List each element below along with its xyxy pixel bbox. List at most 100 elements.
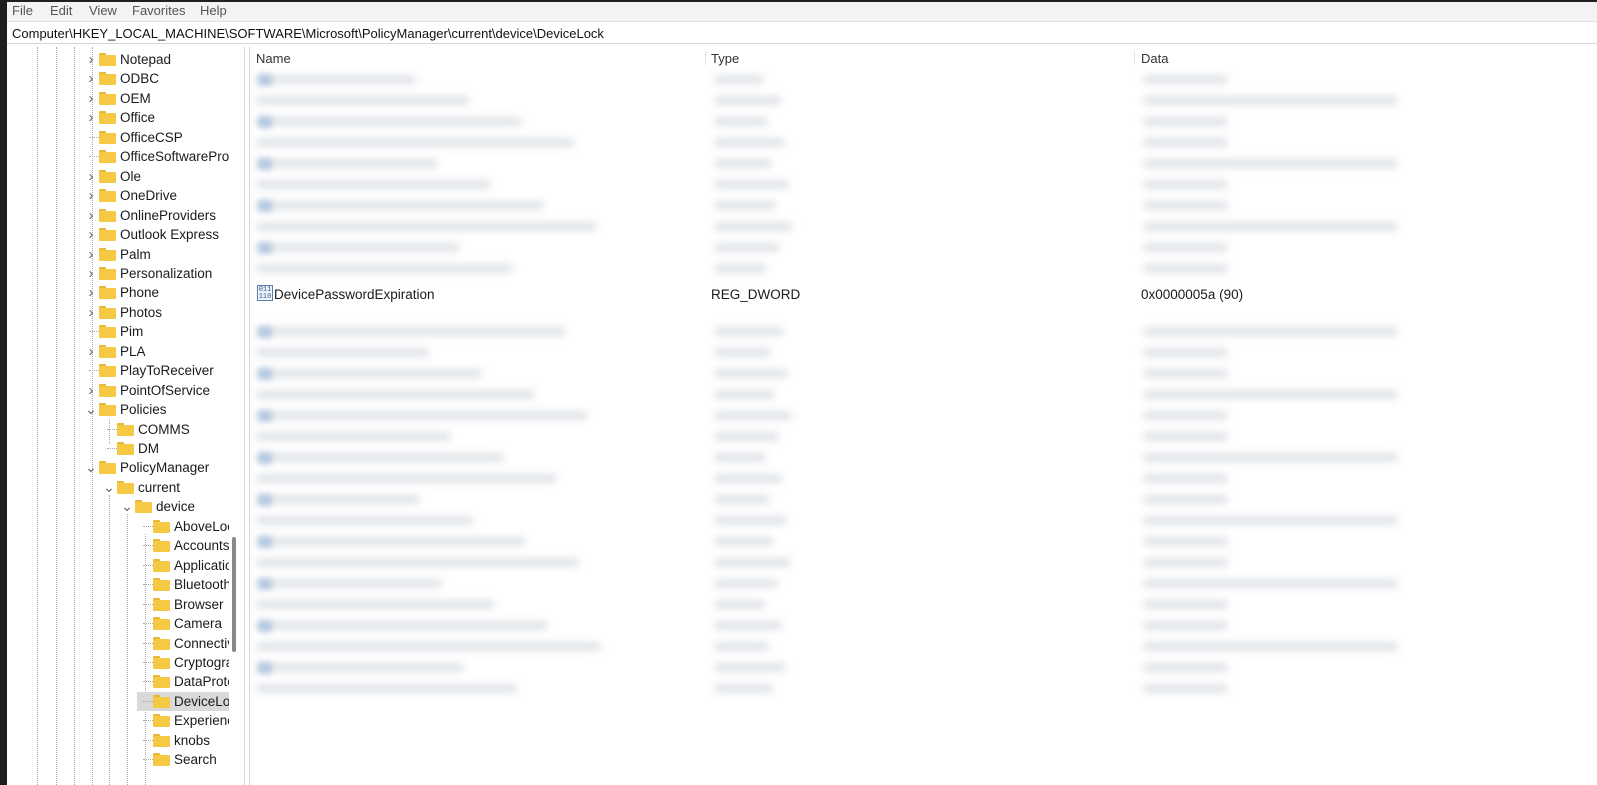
value-row[interactable]: 011 110 DevicePasswordExpiration REG_DWOR… <box>252 283 1432 305</box>
tree-item-photos[interactable]: › Photos <box>83 303 163 322</box>
chevron-right-icon[interactable]: › <box>83 225 99 244</box>
tree-item-office[interactable]: › Office <box>83 108 156 127</box>
blurred-text <box>714 180 789 189</box>
menu-help[interactable]: Help <box>200 3 227 18</box>
menu-favorites[interactable]: Favorites <box>132 3 185 18</box>
tree-item-label: OfficeCSP <box>120 130 183 145</box>
key-tree[interactable]: › Notepad › ODBC › OEM › Office OfficeCSP OfficeS… <box>7 47 243 785</box>
chevron-right-icon[interactable]: › <box>83 283 99 302</box>
menu-file[interactable]: File <box>12 3 33 18</box>
chevron-down-icon[interactable]: ⌄ <box>101 478 117 497</box>
tree-item-camera[interactable]: Camera <box>137 614 222 633</box>
column-header-data[interactable]: Data <box>1141 51 1168 66</box>
column-divider[interactable] <box>705 51 706 65</box>
tree-item-label: PLA <box>120 344 146 359</box>
folder-icon <box>99 345 116 358</box>
tree-item-phone[interactable]: › Phone <box>83 283 160 302</box>
tree-item-device[interactable]: ⌄ device <box>119 497 195 516</box>
tree-item-policies[interactable]: ⌄ Policies <box>83 400 166 419</box>
blurred-text <box>714 243 780 252</box>
tree-scrollbar[interactable] <box>229 47 243 785</box>
chevron-right-icon[interactable]: › <box>83 342 99 361</box>
folder-icon <box>153 734 170 747</box>
value-type: REG_DWORD <box>711 287 801 302</box>
menu-view[interactable]: View <box>89 3 117 18</box>
tree-item-personalization[interactable]: › Personalization <box>83 264 213 283</box>
chevron-right-icon[interactable]: › <box>83 50 99 69</box>
tree-item-connectivity[interactable]: Connectivity <box>137 634 243 653</box>
blurred-text <box>256 369 482 378</box>
chevron-right-icon[interactable]: › <box>83 108 99 127</box>
tree-item-palm[interactable]: › Palm <box>83 245 151 264</box>
tree-item-knobs[interactable]: knobs <box>137 731 210 750</box>
tree-item-odbc[interactable]: › ODBC <box>83 69 160 88</box>
tree-item-dataprotection[interactable]: DataProtection <box>137 672 243 691</box>
chevron-right-icon[interactable]: › <box>83 206 99 225</box>
tree-item-bluetooth[interactable]: Bluetooth <box>137 575 231 594</box>
blurred-text <box>1143 579 1398 588</box>
folder-icon <box>99 228 116 241</box>
tree-item-oem[interactable]: › OEM <box>83 89 151 108</box>
tree-item-dm[interactable]: DM <box>101 439 159 458</box>
tree-item-onedrive[interactable]: › OneDrive <box>83 186 178 205</box>
tree-item-pointofservice[interactable]: › PointOfService <box>83 381 211 400</box>
tree-item-onlineproviders[interactable]: › OnlineProviders <box>83 206 217 225</box>
tree-item-comms[interactable]: COMMS <box>101 420 190 439</box>
chevron-down-icon[interactable]: ⌄ <box>83 400 99 419</box>
tree-item-officecsp[interactable]: OfficeCSP <box>83 128 183 147</box>
chevron-right-icon[interactable]: › <box>83 186 99 205</box>
folder-icon <box>99 267 116 280</box>
blurred-text <box>1143 432 1228 441</box>
column-divider[interactable] <box>1134 51 1135 65</box>
tree-item-notepad[interactable]: › Notepad <box>83 50 172 69</box>
chevron-down-icon[interactable]: ⌄ <box>119 497 135 516</box>
blurred-value-icon <box>258 662 272 674</box>
chevron-right-icon[interactable]: › <box>83 245 99 264</box>
blurred-text <box>256 621 548 630</box>
tree-item-label: OEM <box>120 91 151 106</box>
tree-item-label: device <box>156 499 196 514</box>
tree-item-devicelock[interactable]: DeviceLock <box>137 692 243 711</box>
tree-item-outlook-express[interactable]: › Outlook Express <box>83 225 220 244</box>
chevron-right-icon[interactable]: › <box>83 264 99 283</box>
tree-item-pim[interactable]: Pim <box>83 322 143 341</box>
chevron-right-icon[interactable]: › <box>83 167 99 186</box>
blurred-text <box>1143 243 1228 252</box>
column-header-name[interactable]: Name <box>256 51 291 66</box>
chevron-down-icon[interactable]: ⌄ <box>83 458 99 477</box>
tree-item-browser[interactable]: Browser <box>137 595 224 614</box>
tree-scrollbar-thumb[interactable] <box>232 537 236 652</box>
tree-item-abovelock[interactable]: AboveLock <box>137 517 241 536</box>
tree-item-label: Outlook Express <box>120 227 220 242</box>
chevron-right-icon[interactable]: › <box>83 69 99 88</box>
value-data: 0x0000005a (90) <box>1141 287 1244 302</box>
tree-item-playtoreceiver[interactable]: PlayToReceiver <box>83 361 214 380</box>
tree-item-cryptography[interactable]: Cryptography <box>137 653 243 672</box>
blurred-text <box>256 663 464 672</box>
chevron-right-icon[interactable]: › <box>83 89 99 108</box>
tree-connector <box>137 556 153 575</box>
tree-item-search[interactable]: Search <box>137 750 217 769</box>
blurred-text <box>256 558 579 567</box>
values-pane[interactable]: Name Type Data 011 110 DevicePasswordExpi… <box>250 47 1597 785</box>
tree-item-label: Personalization <box>120 266 213 281</box>
tree-item-accounts[interactable]: Accounts <box>137 536 230 555</box>
address-bar[interactable]: Computer\HKEY_LOCAL_MACHINE\SOFTWARE\Mic… <box>7 23 1597 44</box>
chevron-right-icon[interactable]: › <box>83 303 99 322</box>
folder-icon <box>153 598 170 611</box>
blurred-text <box>256 600 495 609</box>
column-header-type[interactable]: Type <box>711 51 739 66</box>
chevron-right-icon[interactable]: › <box>83 381 99 400</box>
tree-item-experience[interactable]: Experience <box>137 711 242 730</box>
menu-edit[interactable]: Edit <box>50 3 72 18</box>
tree-item-officesoftwareprotectionplatform[interactable]: OfficeSoftwareProtectionPlatform <box>83 147 243 166</box>
tree-item-pla[interactable]: › PLA <box>83 342 146 361</box>
tree-item-label: Browser <box>174 597 224 612</box>
blurred-text <box>714 558 791 567</box>
tree-connector <box>137 595 153 614</box>
tree-item-current[interactable]: ⌄ current <box>101 478 180 497</box>
tree-item-policymanager[interactable]: ⌄ PolicyManager <box>83 458 209 477</box>
blurred-text <box>1143 159 1398 168</box>
tree-item-ole[interactable]: › Ole <box>83 167 142 186</box>
tree-item-applicationmanagement[interactable]: ApplicationManagement <box>137 556 243 575</box>
